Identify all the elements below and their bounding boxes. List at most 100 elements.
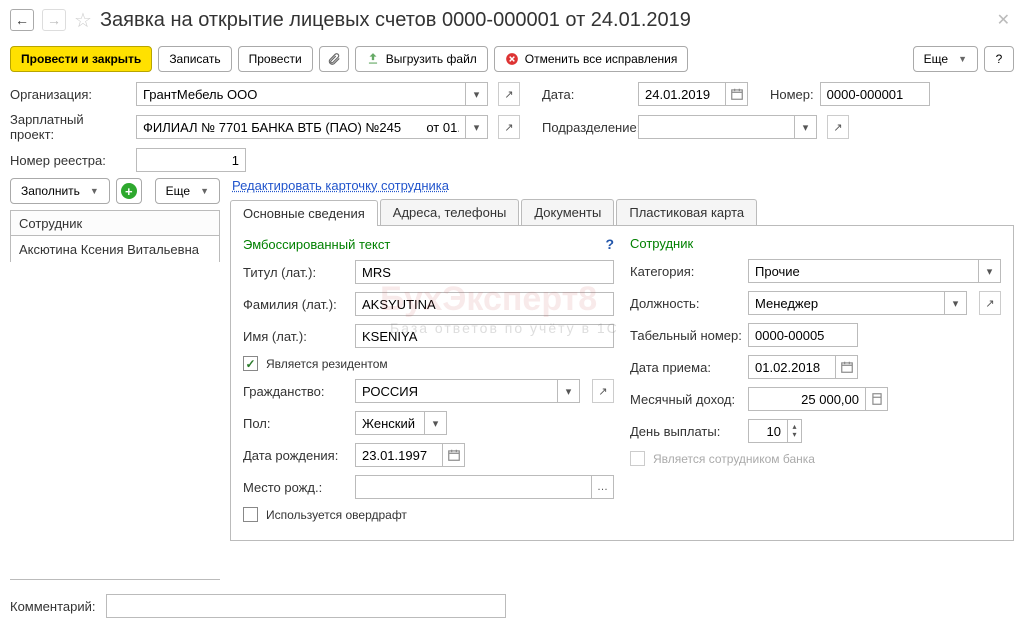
- resident-label: Является резидентом: [266, 357, 388, 371]
- project-dropdown-button[interactable]: ▾: [466, 115, 488, 139]
- comment-input[interactable]: [106, 594, 506, 618]
- registry-label: Номер реестра:: [10, 153, 130, 168]
- citizenship-label: Гражданство:: [243, 384, 347, 399]
- dob-label: Дата рождения:: [243, 448, 347, 463]
- income-label: Месячный доход:: [630, 392, 740, 407]
- left-more-button[interactable]: Еще ▼: [155, 178, 220, 204]
- position-open-button[interactable]: ↗: [979, 291, 1001, 315]
- gender-input[interactable]: [355, 411, 425, 435]
- dob-input[interactable]: [355, 443, 443, 467]
- department-open-button[interactable]: ↗: [827, 115, 849, 139]
- export-file-label: Выгрузить файл: [386, 52, 477, 66]
- org-open-button[interactable]: ↗: [498, 82, 520, 106]
- title-input[interactable]: [355, 260, 614, 284]
- page-title: Заявка на открытие лицевых счетов 0000-0…: [100, 9, 985, 32]
- cancel-fixes-button[interactable]: Отменить все исправления: [494, 46, 689, 72]
- favorite-star-icon[interactable]: ☆: [74, 8, 92, 33]
- birthplace-label: Место рожд.:: [243, 480, 347, 495]
- bank-employee-checkbox: [630, 451, 645, 466]
- embossed-section-label: Эмбоссированный текст: [243, 237, 390, 252]
- income-calc-button[interactable]: [866, 387, 888, 411]
- chevron-down-icon: ▼: [90, 186, 99, 196]
- add-button[interactable]: +: [116, 178, 142, 204]
- tab-documents[interactable]: Документы: [521, 199, 614, 225]
- payday-label: День выплаты:: [630, 424, 740, 439]
- date-input[interactable]: [638, 82, 726, 106]
- overdraft-label: Используется овердрафт: [266, 508, 407, 522]
- tab-main-info[interactable]: Основные сведения: [230, 200, 378, 226]
- category-input[interactable]: [748, 259, 979, 283]
- org-input[interactable]: [136, 82, 466, 106]
- date-calendar-button[interactable]: [726, 82, 748, 106]
- payday-stepper[interactable]: ▴▾: [788, 419, 802, 443]
- calendar-icon: [840, 360, 854, 374]
- income-input[interactable]: [748, 387, 866, 411]
- citizenship-dropdown-button[interactable]: ▾: [558, 379, 580, 403]
- position-label: Должность:: [630, 296, 740, 311]
- position-input[interactable]: [748, 291, 945, 315]
- birthplace-input[interactable]: [355, 475, 592, 499]
- export-file-button[interactable]: Выгрузить файл: [355, 46, 488, 72]
- fill-button[interactable]: Заполнить ▼: [10, 178, 110, 204]
- edit-employee-link[interactable]: Редактировать карточку сотрудника: [232, 178, 449, 193]
- date-label: Дата:: [542, 87, 632, 102]
- calendar-icon: [447, 448, 461, 462]
- project-open-button[interactable]: ↗: [498, 115, 520, 139]
- hire-date-label: Дата приема:: [630, 360, 740, 375]
- save-button[interactable]: Записать: [158, 46, 231, 72]
- surname-input[interactable]: [355, 292, 614, 316]
- help-button[interactable]: ?: [984, 46, 1014, 72]
- category-dropdown-button[interactable]: ▾: [979, 259, 1001, 283]
- cancel-fixes-label: Отменить все исправления: [525, 52, 678, 66]
- submit-and-close-button[interactable]: Провести и закрыть: [10, 46, 152, 72]
- nav-forward[interactable]: →: [42, 9, 66, 31]
- fill-label: Заполнить: [21, 184, 80, 198]
- resident-checkbox[interactable]: [243, 356, 258, 371]
- tab-addresses[interactable]: Адреса, телефоны: [380, 199, 520, 225]
- calculator-icon: [870, 392, 884, 406]
- employee-section-label: Сотрудник: [630, 236, 693, 251]
- attach-button[interactable]: [319, 46, 349, 72]
- department-input[interactable]: [638, 115, 795, 139]
- more-button[interactable]: Еще ▼: [913, 46, 978, 72]
- payday-input[interactable]: [748, 419, 788, 443]
- dob-calendar-button[interactable]: [443, 443, 465, 467]
- project-input[interactable]: [136, 115, 466, 139]
- tab-number-input[interactable]: [748, 323, 858, 347]
- calendar-icon: [730, 87, 744, 101]
- number-input[interactable]: [820, 82, 930, 106]
- department-dropdown-button[interactable]: ▾: [795, 115, 817, 139]
- help-icon[interactable]: ?: [605, 236, 614, 252]
- employee-column-header[interactable]: Сотрудник: [10, 210, 220, 236]
- left-more-label: Еще: [166, 184, 190, 198]
- registry-input[interactable]: [136, 148, 246, 172]
- title-label: Титул (лат.):: [243, 265, 347, 280]
- cancel-icon: [505, 52, 519, 66]
- tab-number-label: Табельный номер:: [630, 328, 740, 343]
- position-dropdown-button[interactable]: ▾: [945, 291, 967, 315]
- birthplace-ellipsis-button[interactable]: …: [592, 475, 614, 499]
- tab-card[interactable]: Пластиковая карта: [616, 199, 757, 225]
- employee-list-item[interactable]: Аксютина Ксения Витальевна: [10, 236, 220, 262]
- nav-back[interactable]: ←: [10, 9, 34, 31]
- bank-employee-label: Является сотрудником банка: [653, 452, 815, 466]
- export-icon: [366, 52, 380, 66]
- hire-date-input[interactable]: [748, 355, 836, 379]
- department-label: Подразделение:: [542, 120, 632, 135]
- overdraft-checkbox[interactable]: [243, 507, 258, 522]
- org-label: Организация:: [10, 87, 130, 102]
- submit-button[interactable]: Провести: [238, 46, 313, 72]
- comment-label: Комментарий:: [10, 599, 100, 614]
- more-label: Еще: [924, 52, 948, 66]
- chevron-down-icon: ▼: [200, 186, 209, 196]
- citizenship-open-button[interactable]: ↗: [592, 379, 614, 403]
- citizenship-input[interactable]: [355, 379, 558, 403]
- paperclip-icon: [327, 52, 341, 66]
- close-icon[interactable]: ✕: [993, 6, 1014, 34]
- gender-dropdown-button[interactable]: ▾: [425, 411, 447, 435]
- org-dropdown-button[interactable]: ▾: [466, 82, 488, 106]
- name-input[interactable]: [355, 324, 614, 348]
- hire-date-calendar-button[interactable]: [836, 355, 858, 379]
- number-label: Номер:: [770, 87, 814, 102]
- plus-icon: +: [121, 183, 137, 199]
